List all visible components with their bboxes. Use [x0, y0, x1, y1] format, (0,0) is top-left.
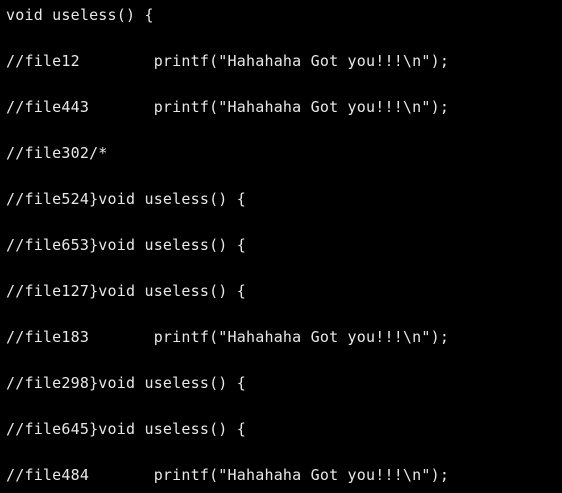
- terminal-output: void useless() { //file12 printf("Hahaha…: [0, 0, 562, 493]
- code-line: //file127}void useless() {: [6, 282, 246, 300]
- code-line: //file653}void useless() {: [6, 236, 246, 254]
- code-line: //file645}void useless() {: [6, 420, 246, 438]
- code-line: void useless() {: [6, 6, 154, 24]
- code-line: //file443 printf("Hahahaha Got you!!!\n"…: [6, 98, 450, 116]
- code-line: //file524}void useless() {: [6, 190, 246, 208]
- code-line: //file12 printf("Hahahaha Got you!!!\n")…: [6, 52, 450, 70]
- code-line: //file302/*: [6, 144, 108, 162]
- code-line: //file183 printf("Hahahaha Got you!!!\n"…: [6, 328, 450, 346]
- code-line: //file298}void useless() {: [6, 374, 246, 392]
- code-line: //file484 printf("Hahahaha Got you!!!\n"…: [6, 466, 450, 484]
